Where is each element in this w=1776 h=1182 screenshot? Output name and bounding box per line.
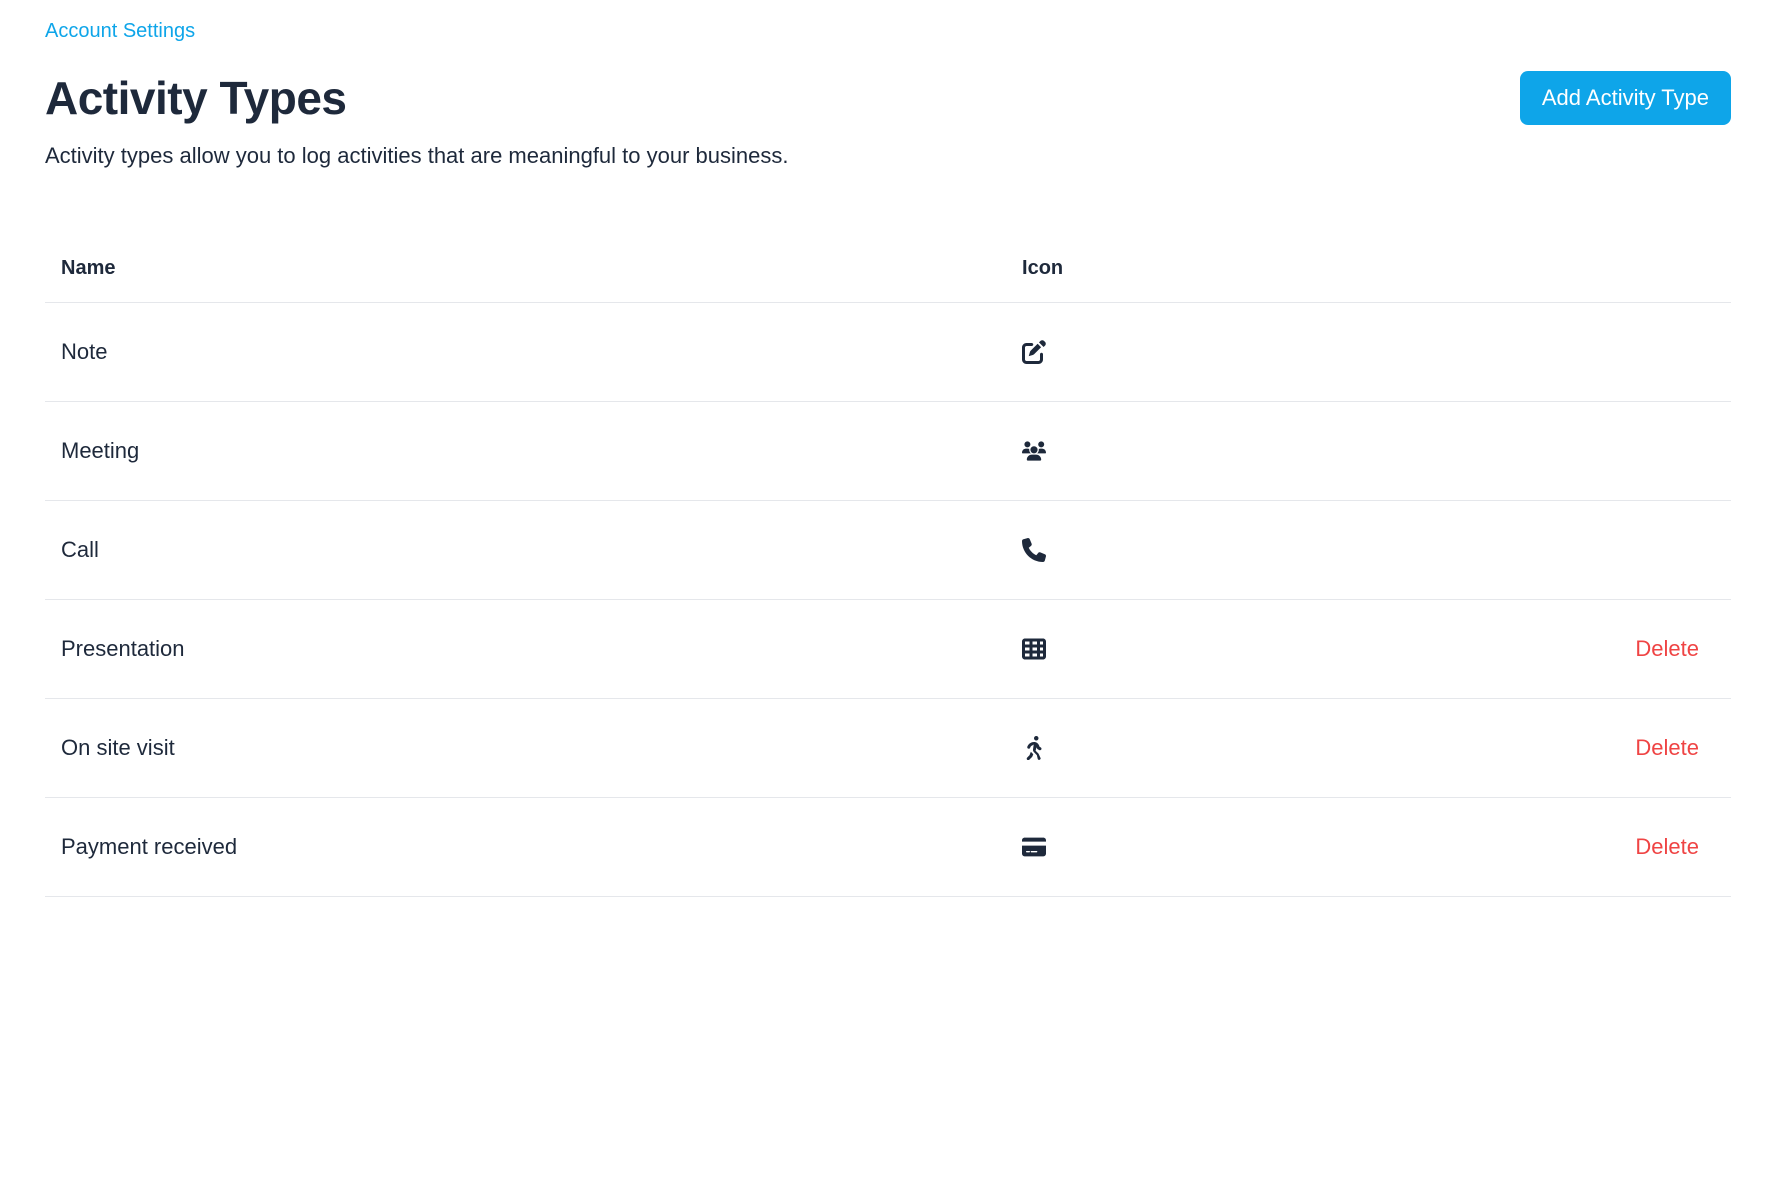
table-row: Note bbox=[45, 303, 1731, 402]
table-row: Meeting bbox=[45, 402, 1731, 501]
table-row: On site visit Delete bbox=[45, 699, 1731, 798]
action-cell bbox=[1428, 501, 1731, 600]
activity-name: Call bbox=[45, 501, 1006, 600]
people-icon bbox=[1006, 402, 1428, 501]
column-header-actions bbox=[1428, 239, 1731, 303]
table-row: Payment received Delete bbox=[45, 798, 1731, 897]
activity-name: Meeting bbox=[45, 402, 1006, 501]
table-icon bbox=[1006, 600, 1428, 699]
action-cell: Delete bbox=[1428, 600, 1731, 699]
page-description: Activity types allow you to log activiti… bbox=[45, 143, 1731, 169]
delete-link[interactable]: Delete bbox=[1635, 636, 1699, 661]
phone-icon bbox=[1006, 501, 1428, 600]
activity-name: On site visit bbox=[45, 699, 1006, 798]
credit-card-icon bbox=[1006, 798, 1428, 897]
delete-link[interactable]: Delete bbox=[1635, 735, 1699, 760]
walking-icon bbox=[1006, 699, 1428, 798]
table-row: Presentation Delete bbox=[45, 600, 1731, 699]
activity-name: Note bbox=[45, 303, 1006, 402]
note-icon bbox=[1006, 303, 1428, 402]
activity-name: Presentation bbox=[45, 600, 1006, 699]
action-cell bbox=[1428, 402, 1731, 501]
action-cell bbox=[1428, 303, 1731, 402]
breadcrumb-account-settings[interactable]: Account Settings bbox=[45, 20, 1731, 43]
table-row: Call bbox=[45, 501, 1731, 600]
action-cell: Delete bbox=[1428, 699, 1731, 798]
page-title: Activity Types bbox=[45, 71, 346, 125]
activity-types-table: Name Icon Note Meeting Call Presentation… bbox=[45, 239, 1731, 897]
activity-name: Payment received bbox=[45, 798, 1006, 897]
delete-link[interactable]: Delete bbox=[1635, 834, 1699, 859]
add-activity-type-button[interactable]: Add Activity Type bbox=[1520, 71, 1731, 125]
column-header-icon: Icon bbox=[1006, 239, 1428, 303]
column-header-name: Name bbox=[45, 239, 1006, 303]
action-cell: Delete bbox=[1428, 798, 1731, 897]
